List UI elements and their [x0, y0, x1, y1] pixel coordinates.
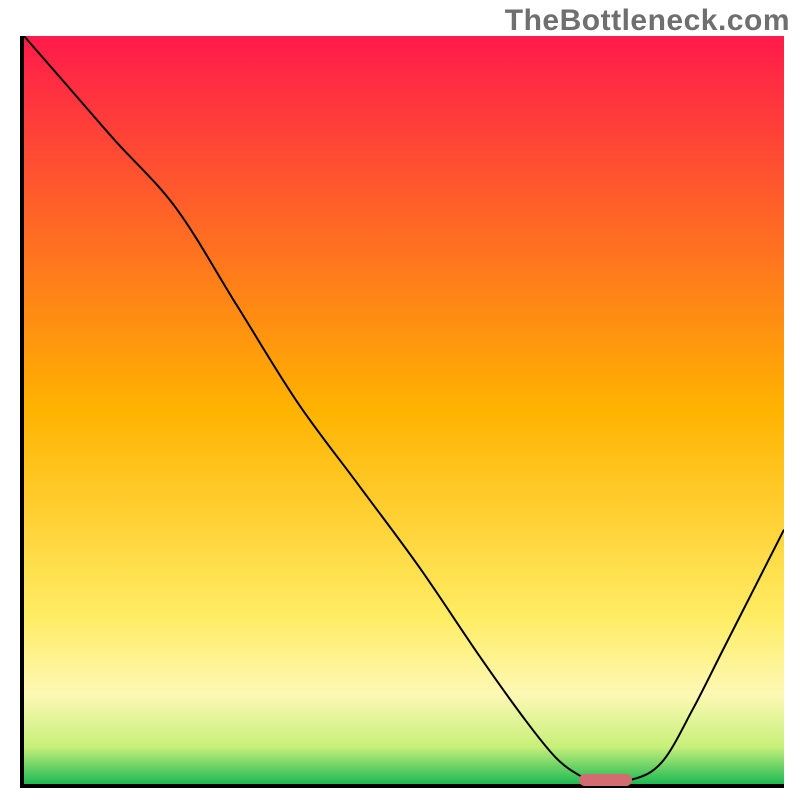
- optimal-range-marker: [579, 774, 632, 786]
- watermark-text: TheBottleneck.com: [505, 4, 790, 38]
- gradient-background: [24, 36, 784, 784]
- chart-svg: [24, 36, 784, 784]
- plot-area: [20, 36, 784, 788]
- chart-frame: TheBottleneck.com: [0, 0, 800, 800]
